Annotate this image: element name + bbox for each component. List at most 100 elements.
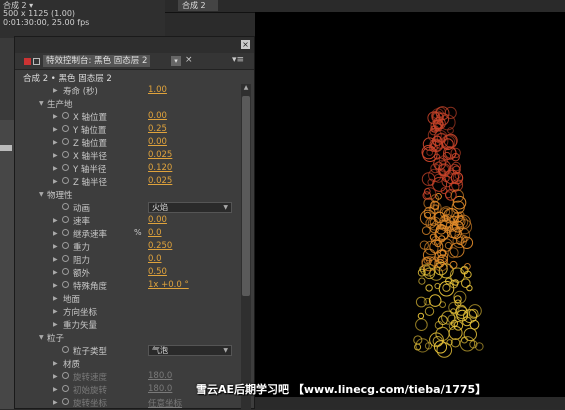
property-row[interactable]: ▶ 额外 0.50 — [15, 266, 241, 279]
expand-right-icon[interactable]: ▶ — [53, 399, 58, 406]
close-icon[interactable]: × — [241, 40, 250, 49]
expand-right-icon[interactable]: ▶ — [53, 373, 58, 380]
scroll-thumb[interactable] — [242, 96, 250, 296]
stopwatch-icon[interactable] — [62, 385, 69, 392]
stopwatch-icon[interactable] — [62, 242, 69, 249]
property-value[interactable]: 0.120 — [148, 163, 172, 173]
expand-right-icon[interactable]: ▶ — [53, 308, 58, 315]
property-label: 旋转坐标 — [73, 399, 108, 409]
tab-composition[interactable]: 合成 2 — [178, 0, 218, 11]
expand-right-icon[interactable]: ▶ — [53, 256, 58, 263]
expand-right-icon[interactable]: ▶ — [53, 243, 58, 250]
expand-right-icon[interactable]: ▶ — [53, 360, 58, 367]
property-value[interactable]: 1x +0.0 ° — [148, 280, 189, 290]
stopwatch-icon[interactable] — [62, 268, 69, 275]
expand-right-icon[interactable]: ▶ — [53, 87, 58, 94]
property-value[interactable]: 0.25 — [148, 124, 167, 134]
property-row[interactable]: ▶ X 轴半径 0.025 — [15, 149, 241, 162]
dropdown-value: 气泡 — [152, 346, 168, 355]
property-row[interactable]: ▼ 粒子 — [15, 331, 241, 344]
property-row[interactable]: 粒子类型 气泡 ▼ — [15, 344, 241, 357]
expand-right-icon[interactable]: ▶ — [53, 269, 58, 276]
stopwatch-icon[interactable] — [62, 346, 69, 353]
stopwatch-icon[interactable] — [62, 112, 69, 119]
stopwatch-icon[interactable] — [62, 125, 69, 132]
stopwatch-icon[interactable] — [62, 177, 69, 184]
stopwatch-icon[interactable] — [62, 216, 69, 223]
stopwatch-icon[interactable] — [62, 203, 69, 210]
property-row[interactable]: ▼ 物理性 — [15, 188, 241, 201]
property-value[interactable]: 180.0 — [148, 384, 172, 394]
property-dropdown[interactable]: 火焰 ▼ — [148, 202, 232, 213]
property-label: 粒子类型 — [73, 347, 108, 357]
property-value[interactable]: 0.250 — [148, 241, 172, 251]
expand-right-icon[interactable]: ▶ — [53, 126, 58, 133]
panel-menu-icon[interactable]: ▾≡ — [232, 55, 244, 65]
expand-down-icon[interactable]: ▼ — [39, 191, 44, 198]
property-value[interactable]: 0.025 — [148, 176, 172, 186]
stopwatch-icon[interactable] — [62, 229, 69, 236]
property-value[interactable]: 0.0 — [148, 228, 162, 238]
property-row[interactable]: ▶ Z 轴位置 0.00 — [15, 136, 241, 149]
property-label: Y 轴位置 — [73, 126, 107, 136]
tab-close-icon[interactable]: × — [185, 55, 193, 65]
comp-info-panel: 合成 2 ▾ 500 x 1125 (1.00) 0:01:30:00, 25.… — [0, 0, 165, 38]
property-row[interactable]: ▶ 重力 0.250 — [15, 240, 241, 253]
expand-right-icon[interactable]: ▶ — [53, 165, 58, 172]
scrollbar[interactable]: ▲ — [241, 84, 251, 410]
property-row[interactable]: ▶ Y 轴半径 0.120 — [15, 162, 241, 175]
property-value[interactable]: 0.0 — [148, 254, 162, 264]
property-row[interactable]: ▶ 重力矢量 — [15, 318, 241, 331]
property-value[interactable]: 0.50 — [148, 267, 167, 277]
property-row[interactable]: ▶ X 轴位置 0.00 — [15, 110, 241, 123]
property-dropdown[interactable]: 气泡 ▼ — [148, 345, 232, 356]
property-row[interactable]: ▶ 特殊角度 1x +0.0 ° — [15, 279, 241, 292]
property-value[interactable]: 0.025 — [148, 150, 172, 160]
property-row[interactable]: ▶ 继承速率% 0.0 — [15, 227, 241, 240]
tab-effect-controls[interactable]: 特效控制台: 黑色 固态层 2 — [43, 55, 151, 67]
property-row[interactable]: ▶ 寿命 (秒) 1.00 — [15, 84, 241, 97]
close-panel-icon[interactable] — [24, 58, 31, 65]
property-value[interactable]: 1.00 — [148, 85, 167, 95]
property-row[interactable]: ▶ 地面 — [15, 292, 241, 305]
property-row[interactable]: ▶ 速率 0.00 — [15, 214, 241, 227]
particle-bubble — [413, 335, 423, 345]
expand-right-icon[interactable]: ▶ — [53, 113, 58, 120]
stopwatch-icon[interactable] — [62, 164, 69, 171]
expand-right-icon[interactable]: ▶ — [53, 230, 58, 237]
expand-down-icon[interactable]: ▼ — [39, 100, 44, 107]
property-row[interactable]: 动画 火焰 ▼ — [15, 201, 241, 214]
property-value[interactable]: 任意坐标 — [148, 397, 182, 409]
stopwatch-icon[interactable] — [62, 151, 69, 158]
property-row[interactable]: ▶ 旋转坐标 任意坐标 — [15, 396, 241, 409]
property-row[interactable]: ▶ Z 轴半径 0.025 — [15, 175, 241, 188]
stopwatch-icon[interactable] — [62, 281, 69, 288]
chevron-down-icon[interactable]: ▾ — [171, 56, 181, 66]
stopwatch-icon[interactable] — [62, 138, 69, 145]
expand-right-icon[interactable]: ▶ — [53, 295, 58, 302]
stopwatch-icon[interactable] — [62, 398, 69, 405]
property-row[interactable]: ▶ 阻力 0.0 — [15, 253, 241, 266]
property-value[interactable]: 0.00 — [148, 137, 167, 147]
effect-properties-list: ▶ 寿命 (秒) 1.00 ▼ 生产地 ▶ X 轴位置 0.00 ▶ Y 轴位置 0.25 ▶ Z 轴位… — [15, 84, 241, 410]
expand-right-icon[interactable]: ▶ — [53, 321, 58, 328]
lock-icon[interactable] — [33, 58, 40, 65]
expand-right-icon[interactable]: ▶ — [53, 386, 58, 393]
property-value[interactable]: 180.0 — [148, 371, 172, 381]
property-row[interactable]: ▶ 材质 — [15, 357, 241, 370]
property-value[interactable]: 0.00 — [148, 111, 167, 121]
particle-bubble — [450, 189, 465, 203]
expand-right-icon[interactable]: ▶ — [53, 139, 58, 146]
property-value[interactable]: 0.00 — [148, 215, 167, 225]
expand-down-icon[interactable]: ▼ — [39, 334, 44, 341]
expand-right-icon[interactable]: ▶ — [53, 178, 58, 185]
property-row[interactable]: ▼ 生产地 — [15, 97, 241, 110]
property-row[interactable]: ▶ Y 轴位置 0.25 — [15, 123, 241, 136]
expand-right-icon[interactable]: ▶ — [53, 152, 58, 159]
expand-right-icon[interactable]: ▶ — [53, 217, 58, 224]
scroll-up-icon[interactable]: ▲ — [242, 84, 250, 92]
stopwatch-icon[interactable] — [62, 372, 69, 379]
stopwatch-icon[interactable] — [62, 255, 69, 262]
expand-right-icon[interactable]: ▶ — [53, 282, 58, 289]
property-row[interactable]: ▶ 方向坐标 — [15, 305, 241, 318]
